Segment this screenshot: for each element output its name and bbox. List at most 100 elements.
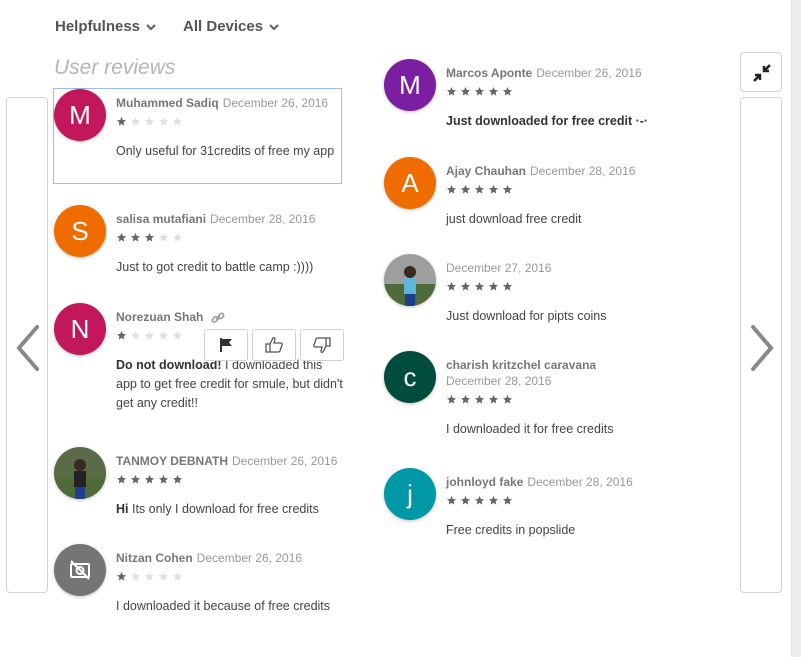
review-content: TANMOY DEBNATH December 26, 2016 Hi Its o…: [116, 453, 346, 519]
avatar-initial: S: [71, 215, 89, 246]
review-content: johnloyd fake December 28, 2016 Free cred…: [446, 474, 676, 540]
avatar-initial: M: [69, 99, 91, 130]
review-date: December 28, 2016: [527, 475, 633, 489]
review-body: Just downloaded for free credit ·-·: [446, 112, 676, 131]
review-body: Just to got credit to battle camp :)))): [116, 258, 346, 277]
thumbs-down-button[interactable]: [300, 329, 344, 361]
review-text: I downloaded it for free credits: [446, 422, 614, 436]
user-avatar[interactable]: c: [384, 351, 436, 403]
star-empty-icon: [144, 330, 155, 340]
star-empty-icon: [172, 330, 183, 340]
review-author[interactable]: salisa mutafiani: [116, 212, 206, 226]
star-empty-icon: [158, 330, 169, 340]
chevron-right-icon: [751, 325, 774, 371]
device-filter-dropdown[interactable]: All Devices: [183, 18, 280, 35]
page-scrollbar[interactable]: [791, 0, 801, 657]
collapse-reviews-button[interactable]: [740, 52, 782, 92]
user-avatar[interactable]: [384, 254, 436, 306]
thumbs-up-button[interactable]: [252, 329, 296, 361]
star-filled-icon: [474, 495, 485, 505]
star-rating: [446, 281, 676, 293]
review-author[interactable]: Ajay Chauhan: [446, 164, 526, 178]
star-filled-icon: [488, 495, 499, 505]
review-author[interactable]: Muhammed Sadiq: [116, 96, 219, 110]
user-avatar[interactable]: j: [384, 468, 436, 520]
user-avatar[interactable]: M: [384, 59, 436, 111]
review-content: Ajay Chauhan December 28, 2016 just downl…: [446, 163, 676, 229]
review-author[interactable]: Norezuan Shah: [116, 310, 203, 324]
avatar-initial: j: [407, 478, 413, 509]
permalink-icon[interactable]: [211, 311, 225, 325]
star-filled-icon: [474, 281, 485, 291]
star-empty-icon: [172, 571, 183, 581]
review-author[interactable]: Nitzan Cohen: [116, 551, 193, 565]
star-filled-icon: [130, 474, 141, 484]
star-empty-icon: [130, 116, 141, 126]
star-filled-icon: [446, 394, 457, 404]
star-filled-icon: [130, 232, 141, 242]
review-date: December 26, 2016: [536, 66, 642, 80]
star-rating: [446, 495, 676, 507]
user-avatar[interactable]: N: [54, 303, 106, 355]
avatar-initial: M: [399, 69, 421, 100]
avatar-initial: N: [70, 313, 90, 344]
review-date: December 28, 2016: [210, 212, 316, 226]
chevron-left-icon: [16, 325, 39, 371]
sort-by-helpfulness-dropdown[interactable]: Helpfulness: [55, 18, 157, 35]
review-date: December 26, 2016: [232, 454, 338, 468]
star-empty-icon: [130, 330, 141, 340]
star-filled-icon: [158, 474, 169, 484]
star-filled-icon: [116, 330, 127, 340]
section-title: User reviews: [54, 56, 176, 79]
chevron-down-icon: [146, 23, 156, 31]
star-rating: [116, 116, 346, 128]
review-meta: Nitzan Cohen December 26, 2016: [116, 550, 346, 566]
star-empty-icon: [130, 571, 141, 581]
star-filled-icon: [116, 232, 127, 242]
review-content: Nitzan Cohen December 26, 2016 I download…: [116, 550, 346, 616]
user-avatar[interactable]: [54, 544, 106, 596]
review-author[interactable]: charish kritzchel caravana: [446, 358, 596, 372]
star-filled-icon: [488, 281, 499, 291]
star-filled-icon: [460, 86, 471, 96]
star-filled-icon: [172, 474, 183, 484]
star-filled-icon: [488, 86, 499, 96]
star-filled-icon: [144, 474, 155, 484]
review-body: Only useful for 31credits of free my app: [116, 142, 346, 161]
star-rating: [446, 184, 676, 196]
user-avatar[interactable]: S: [54, 205, 106, 257]
review-meta: Ajay Chauhan December 28, 2016: [446, 163, 676, 179]
review-author[interactable]: TANMOY DEBNATH: [116, 454, 228, 468]
review-author[interactable]: Marcos Aponte: [446, 66, 532, 80]
flag-button[interactable]: [204, 329, 248, 361]
chevron-down-icon: [269, 23, 279, 31]
star-filled-icon: [446, 281, 457, 291]
star-rating: [116, 571, 346, 583]
star-filled-icon: [446, 495, 457, 505]
avatar-initial: c: [403, 361, 417, 392]
star-filled-icon: [116, 116, 127, 126]
user-avatar[interactable]: M: [54, 89, 106, 141]
review-meta: charish kritzchel caravana December 28, 2…: [446, 357, 676, 389]
next-page-button[interactable]: [740, 97, 782, 593]
star-filled-icon: [460, 495, 471, 505]
star-empty-icon: [144, 116, 155, 126]
star-filled-icon: [488, 394, 499, 404]
avatar-initial: A: [401, 167, 419, 198]
flag-icon: [220, 338, 232, 352]
review-body: Free credits in popslide: [446, 521, 676, 540]
thumbs-down-icon: [313, 337, 331, 353]
review-content: salisa mutafiani December 28, 2016 Just t…: [116, 211, 346, 277]
user-avatar[interactable]: A: [384, 157, 436, 209]
review-meta: johnloyd fake December 28, 2016: [446, 474, 676, 490]
review-item[interactable]: M Muhammed Sadiq December 26, 2016 Only u…: [53, 88, 342, 184]
sort-dropdown-label: Helpfulness: [55, 18, 141, 35]
review-author[interactable]: johnloyd fake: [446, 475, 523, 489]
no-photo-icon: [70, 560, 90, 580]
review-date: December 28, 2016: [530, 164, 636, 178]
user-avatar[interactable]: [54, 447, 106, 499]
review-date: December 26, 2016: [222, 96, 329, 110]
review-meta: December 27, 2016: [446, 260, 676, 276]
previous-page-button[interactable]: [6, 97, 48, 593]
review-text: I downloaded it because of free credits: [116, 599, 331, 613]
